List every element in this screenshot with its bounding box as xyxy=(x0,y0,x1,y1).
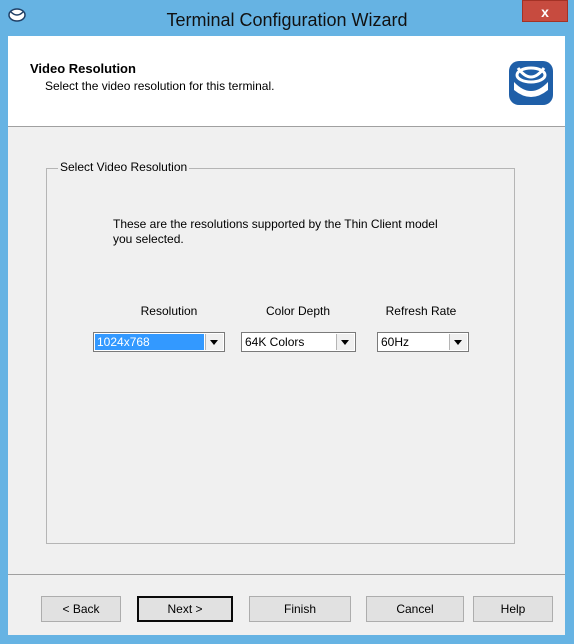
title-bar[interactable]: Terminal Configuration Wizard x xyxy=(0,0,574,36)
next-button[interactable]: Next > xyxy=(137,596,233,622)
back-button[interactable]: < Back xyxy=(41,596,121,622)
wizard-window: Terminal Configuration Wizard x Video Re… xyxy=(0,0,574,644)
page-subtitle: Select the video resolution for this ter… xyxy=(45,79,275,93)
page-title: Video Resolution xyxy=(30,61,136,76)
chevron-down-icon[interactable] xyxy=(449,334,467,350)
color-depth-value: 64K Colors xyxy=(245,335,305,349)
info-text: These are the resolutions supported by t… xyxy=(113,217,438,246)
window-title: Terminal Configuration Wizard xyxy=(166,10,408,30)
thinmanager-logo-icon xyxy=(509,61,553,105)
resolution-value: 1024x768 xyxy=(95,334,204,350)
help-button[interactable]: Help xyxy=(473,596,553,622)
chevron-down-icon[interactable] xyxy=(205,334,223,350)
footer-divider xyxy=(8,574,565,575)
close-button[interactable]: x xyxy=(522,0,568,22)
group-legend: Select Video Resolution xyxy=(58,160,190,174)
refresh-rate-select[interactable]: 60Hz xyxy=(377,332,469,352)
refresh-rate-label: Refresh Rate xyxy=(385,304,457,318)
finish-button[interactable]: Finish xyxy=(249,596,351,622)
wizard-client-area: Video Resolution Select the video resolu… xyxy=(8,36,565,635)
refresh-rate-value: 60Hz xyxy=(381,335,410,349)
color-depth-select[interactable]: 64K Colors xyxy=(241,332,356,352)
wizard-header: Video Resolution Select the video resolu… xyxy=(8,36,565,127)
cancel-button[interactable]: Cancel xyxy=(366,596,464,622)
color-depth-label: Color Depth xyxy=(265,304,331,318)
chevron-down-icon[interactable] xyxy=(336,334,354,350)
resolution-select[interactable]: 1024x768 xyxy=(93,332,225,352)
resolution-label: Resolution xyxy=(140,304,198,318)
